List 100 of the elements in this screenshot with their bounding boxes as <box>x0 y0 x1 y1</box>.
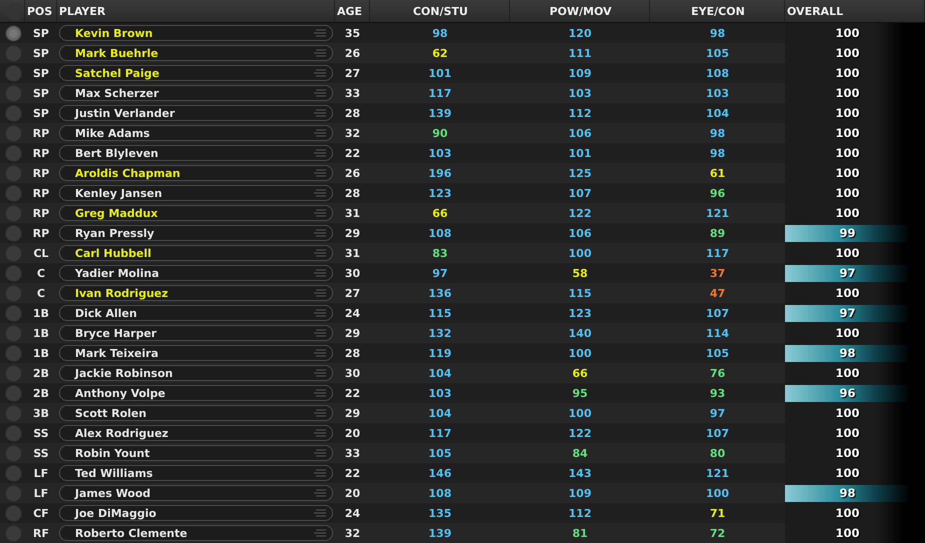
player-name-button[interactable]: Bryce Harper <box>59 325 333 341</box>
rating-cell-text: 98 <box>431 26 449 40</box>
column-header[interactable]: AGE <box>337 4 362 18</box>
rating-cell-text: 122 <box>568 426 592 440</box>
player-name-button[interactable]: James Wood <box>59 485 333 501</box>
rating-cell-text: 105 <box>705 346 730 360</box>
player-name-button[interactable]: Robin Yount <box>59 445 333 461</box>
rating-cell-text: 37 <box>708 266 726 280</box>
player-name-button[interactable]: Mark Teixeira <box>59 345 333 361</box>
position-cell-text: RP <box>32 166 50 180</box>
age-cell-text: 20 <box>344 426 362 440</box>
rating-cell-text: 84 <box>571 446 589 460</box>
column-header[interactable]: CON/STU <box>412 4 468 18</box>
player-name-button[interactable]: Ryan Pressly <box>59 225 333 241</box>
row-radio[interactable] <box>5 84 22 102</box>
age-cell-text: 32 <box>344 526 362 540</box>
player-name-button[interactable]: Ted Williams <box>59 465 333 481</box>
player-name-button[interactable]: Dick Allen <box>59 305 333 321</box>
player-name-button[interactable]: Roberto Clemente <box>59 525 333 541</box>
rating-cell-text: 135 <box>428 506 452 520</box>
row-radio[interactable] <box>5 24 22 42</box>
row-radio[interactable] <box>5 44 22 62</box>
row-radio[interactable] <box>5 144 22 162</box>
position-cell-text: CF <box>32 506 50 520</box>
player-name-button[interactable]: Joe DiMaggio <box>59 505 333 521</box>
row-radio[interactable] <box>5 244 22 262</box>
overall-rating: 97 <box>839 266 856 280</box>
overall-rating: 100 <box>835 466 860 480</box>
rating-cell-text: 76 <box>708 366 726 380</box>
rating-cell-text: 101 <box>568 146 592 160</box>
player-name-button[interactable]: Justin Verlander <box>59 105 333 121</box>
row-radio[interactable] <box>5 124 22 142</box>
column-header[interactable]: EYE/CON <box>691 4 745 18</box>
row-radio[interactable] <box>5 304 22 322</box>
overall-rating: 100 <box>835 526 860 540</box>
player-name-button[interactable]: Satchel Paige <box>59 65 333 81</box>
row-radio[interactable] <box>5 444 22 462</box>
row-radio[interactable] <box>5 264 22 282</box>
rating-cell-text: 143 <box>568 466 592 480</box>
overall-rating: 100 <box>835 186 860 200</box>
rating-cell-text: 98 <box>708 146 726 160</box>
player-name-button[interactable]: Bert Blyleven <box>59 145 333 161</box>
header-radio[interactable] <box>6 3 24 21</box>
row-radio[interactable] <box>5 64 22 82</box>
overall-rating: 100 <box>835 126 860 140</box>
row-radio[interactable] <box>5 104 22 122</box>
rating-cell-text: 117 <box>428 426 452 440</box>
column-header[interactable]: OVERALL <box>787 4 844 18</box>
row-radio[interactable] <box>5 524 22 542</box>
player-name-button[interactable]: Anthony Volpe <box>59 385 333 401</box>
player-name-button[interactable]: Jackie Robinson <box>59 365 333 381</box>
player-name-button[interactable]: Max Scherzer <box>59 85 333 101</box>
position-cell-text: 1B <box>32 306 50 320</box>
rating-cell-text: 103 <box>568 86 592 100</box>
player-name-button[interactable]: Ivan Rodriguez <box>59 285 333 301</box>
age-cell-text: 29 <box>344 326 362 340</box>
menu-icon <box>312 109 326 117</box>
player-name-button[interactable]: Scott Rolen <box>59 405 333 421</box>
player-name-button[interactable]: Yadier Molina <box>59 265 333 281</box>
column-header[interactable]: POS <box>27 4 52 18</box>
column-header[interactable]: POW/MOV <box>549 4 612 18</box>
menu-icon <box>312 209 326 217</box>
row-radio[interactable] <box>5 224 22 242</box>
row-radio[interactable] <box>5 464 22 482</box>
row-radio[interactable] <box>5 344 22 362</box>
player-name-button[interactable]: Greg Maddux <box>59 205 333 221</box>
row-radio[interactable] <box>5 324 22 342</box>
player-name-button[interactable]: Carl Hubbell <box>59 245 333 261</box>
player-name-button[interactable]: Kevin Brown <box>59 25 333 41</box>
position-cell-text: C <box>36 286 46 300</box>
position-cell-text: 3B <box>32 406 50 420</box>
row-radio[interactable] <box>5 284 22 302</box>
menu-icon <box>312 289 326 297</box>
row-radio[interactable] <box>5 364 22 382</box>
rating-cell-text: 111 <box>568 46 592 60</box>
row-radio[interactable] <box>5 484 22 502</box>
row-radio[interactable] <box>5 384 22 402</box>
player-name-button[interactable]: Mike Adams <box>59 125 333 141</box>
player-name-button[interactable]: Alex Rodriguez <box>59 425 333 441</box>
overall-rating: 100 <box>835 166 860 180</box>
overall-rating: 100 <box>835 206 860 220</box>
player-name-button[interactable]: Kenley Jansen <box>59 185 333 201</box>
rating-cell-text: 107 <box>705 426 730 440</box>
age-cell-text: 28 <box>344 106 362 120</box>
row-radio[interactable] <box>5 184 22 202</box>
position-cell-text: LF <box>32 486 50 500</box>
age-cell-text: 22 <box>344 466 362 480</box>
player-name-button[interactable]: Mark Buehrle <box>59 45 333 61</box>
rating-cell-text: 61 <box>708 166 726 180</box>
rating-cell-text: 71 <box>708 506 726 520</box>
row-radio[interactable] <box>5 204 22 222</box>
age-cell-text: 33 <box>344 446 362 460</box>
rating-cell-text: 107 <box>568 186 592 200</box>
position-cell-text: SP <box>32 26 50 40</box>
column-header[interactable]: PLAYER <box>59 4 106 18</box>
row-radio[interactable] <box>5 424 22 442</box>
row-radio[interactable] <box>5 404 22 422</box>
row-radio[interactable] <box>5 164 22 182</box>
row-radio[interactable] <box>5 504 22 522</box>
player-name-button[interactable]: Aroldis Chapman <box>59 165 333 181</box>
